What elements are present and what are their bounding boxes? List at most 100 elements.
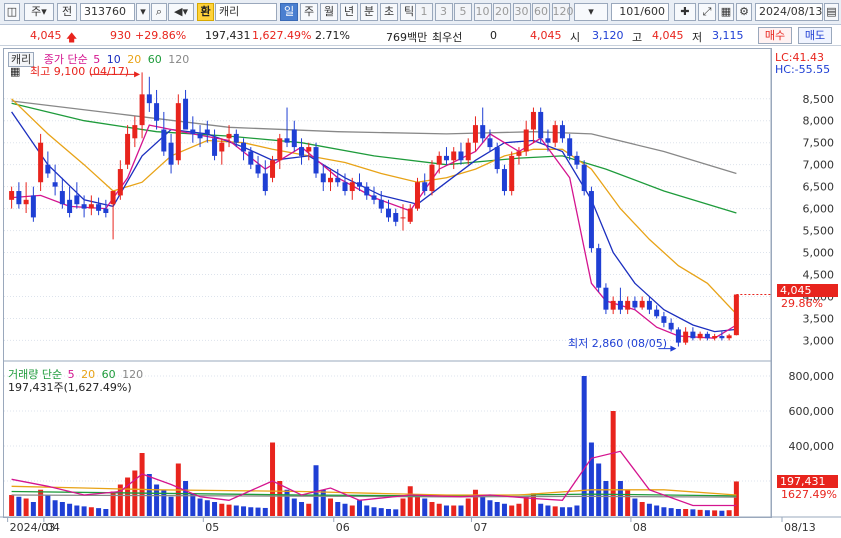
volume-bar [646,503,652,516]
candle-body [683,331,689,343]
candle-body [110,191,116,205]
volume-bar [168,496,174,516]
candle-body [30,195,36,218]
volume-bar [480,496,486,516]
candle-body [538,111,544,139]
candle-body [523,129,529,152]
candle-body [704,333,710,339]
volume-bar [545,505,551,516]
volume-bar [567,507,573,516]
high-marker-label: 최고 9,100 (04/17) [30,65,130,78]
candle-body [393,213,399,222]
candle-body [349,182,355,192]
volume-bar [704,510,710,516]
price-volume-chart[interactable]: 3,0003,5004,0004,5005,0005,5006,0006,500… [0,0,841,538]
volume-bar [487,500,493,516]
price-tick-label: 5,500 [803,225,835,238]
candle-body [545,138,551,143]
volume-bar [400,498,406,516]
low-marker-label: 최저 2,860 (08/05) [568,337,668,350]
candle-body [371,195,377,200]
candle-body [255,164,261,174]
volume-bar [429,502,435,516]
candle-body [712,336,718,339]
volume-bar [9,495,15,516]
volume-bar [183,481,189,516]
candle-body [284,138,290,143]
volume-bar [603,481,609,516]
date-tick-label: 08 [633,521,647,534]
candle-body [465,142,471,161]
candle-body [559,125,565,139]
candle-body [632,300,638,308]
date-axis: 2024/0304 05 06 07 08 08/13 [0,516,841,534]
ma60-legend: 60 [147,53,162,66]
candle-body [646,300,652,310]
volume-bar [414,495,420,516]
candle-body [183,98,189,130]
candle-body [639,300,645,308]
volume-bar [241,506,247,516]
candle-body [400,217,406,219]
volume-bar [668,508,674,516]
volume-bar [255,507,261,516]
candle-body [552,125,558,143]
volume-bar [364,505,370,516]
candle-body [212,138,218,156]
volume-bar [443,505,449,516]
volume-bar [516,503,522,516]
candle-body [132,125,138,139]
candle-body [328,177,334,183]
volume-bar [328,498,334,516]
volume-bar [465,498,471,516]
volume-bar [219,503,225,516]
candle-body [241,142,247,152]
last-price-tag: 4,045 [777,284,838,297]
candle-body [197,133,203,139]
volume-bar [357,500,363,516]
candle-body [154,103,160,121]
volume-bar [393,509,399,516]
volume-bar [190,493,196,516]
volume-bar [625,489,631,516]
volume-bar [451,505,457,516]
volume-bar [712,510,718,516]
date-tick-label: 06 [336,521,350,534]
price-tick-label: 7,000 [803,159,835,172]
volume-bar [472,489,478,516]
candle-body [161,129,167,152]
candle-body [81,204,87,209]
candle-body [530,111,536,130]
candle-body [16,191,22,205]
candle-body [509,155,515,192]
candle-body [59,191,65,205]
volume-bar [270,442,276,516]
candle-body [733,294,739,336]
candle-body [233,133,239,143]
volume-bar [581,376,587,516]
candle-body [219,142,225,152]
volume-bar [552,506,558,516]
volume-bar [494,502,500,516]
candle-body [494,147,500,170]
candle-body [9,191,15,200]
volume-bar [639,502,645,516]
candle-body [175,103,181,161]
candle-body [204,129,210,134]
volume-bar [509,505,515,516]
volume-bar [277,481,283,516]
candle-body [443,155,449,161]
volume-bar [30,502,36,516]
volume-bar [733,481,739,516]
grid-toggle-icon[interactable]: ▦ [10,65,20,78]
volume-bar [675,509,681,516]
volume-bar [16,496,22,516]
candle-body [146,94,152,104]
volume-bar [299,502,305,516]
candle-body [501,169,507,192]
volume-bar [226,504,232,516]
candle-body [603,287,609,310]
price-tick-label: 4,500 [803,269,835,282]
volume-bar [212,502,218,516]
candle-body [342,182,348,192]
